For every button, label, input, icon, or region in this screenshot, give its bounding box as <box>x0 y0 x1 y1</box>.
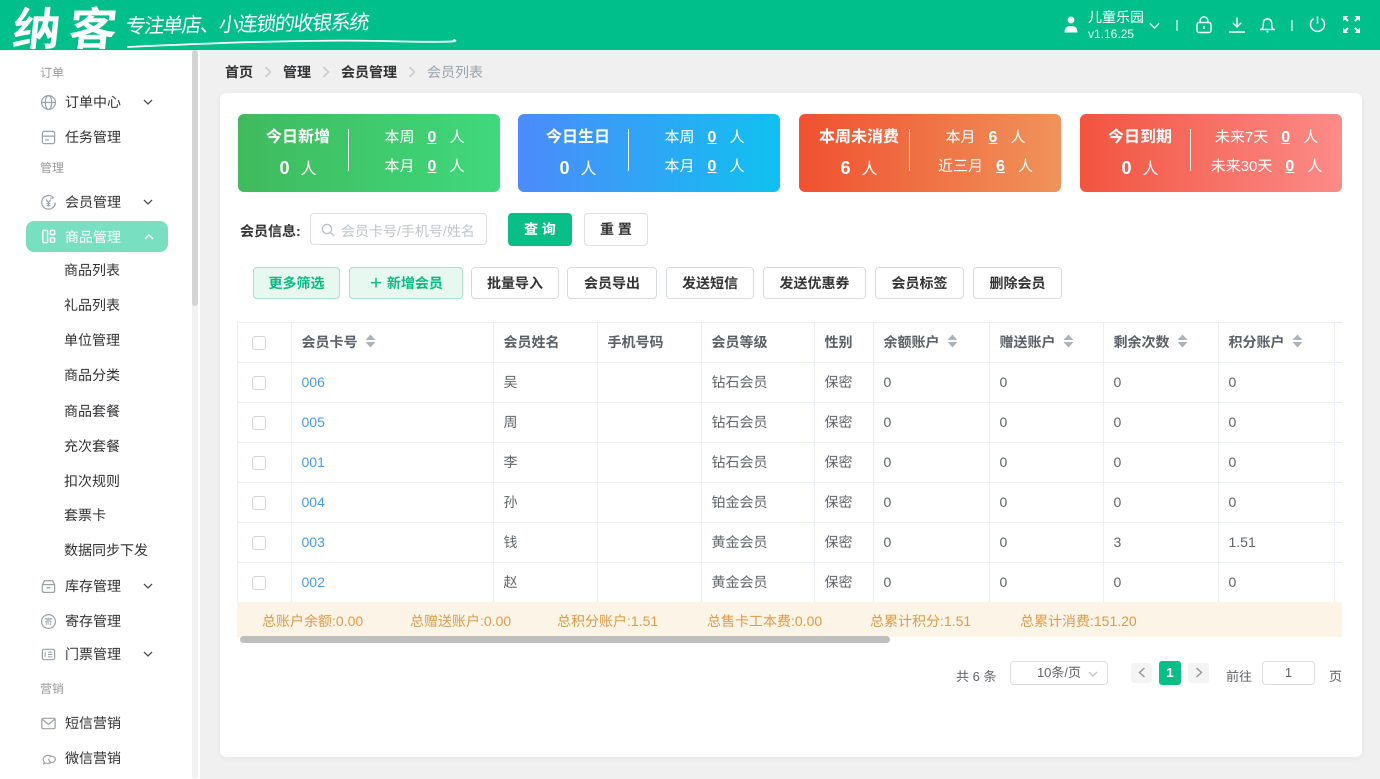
svg-text:寄: 寄 <box>44 615 53 627</box>
